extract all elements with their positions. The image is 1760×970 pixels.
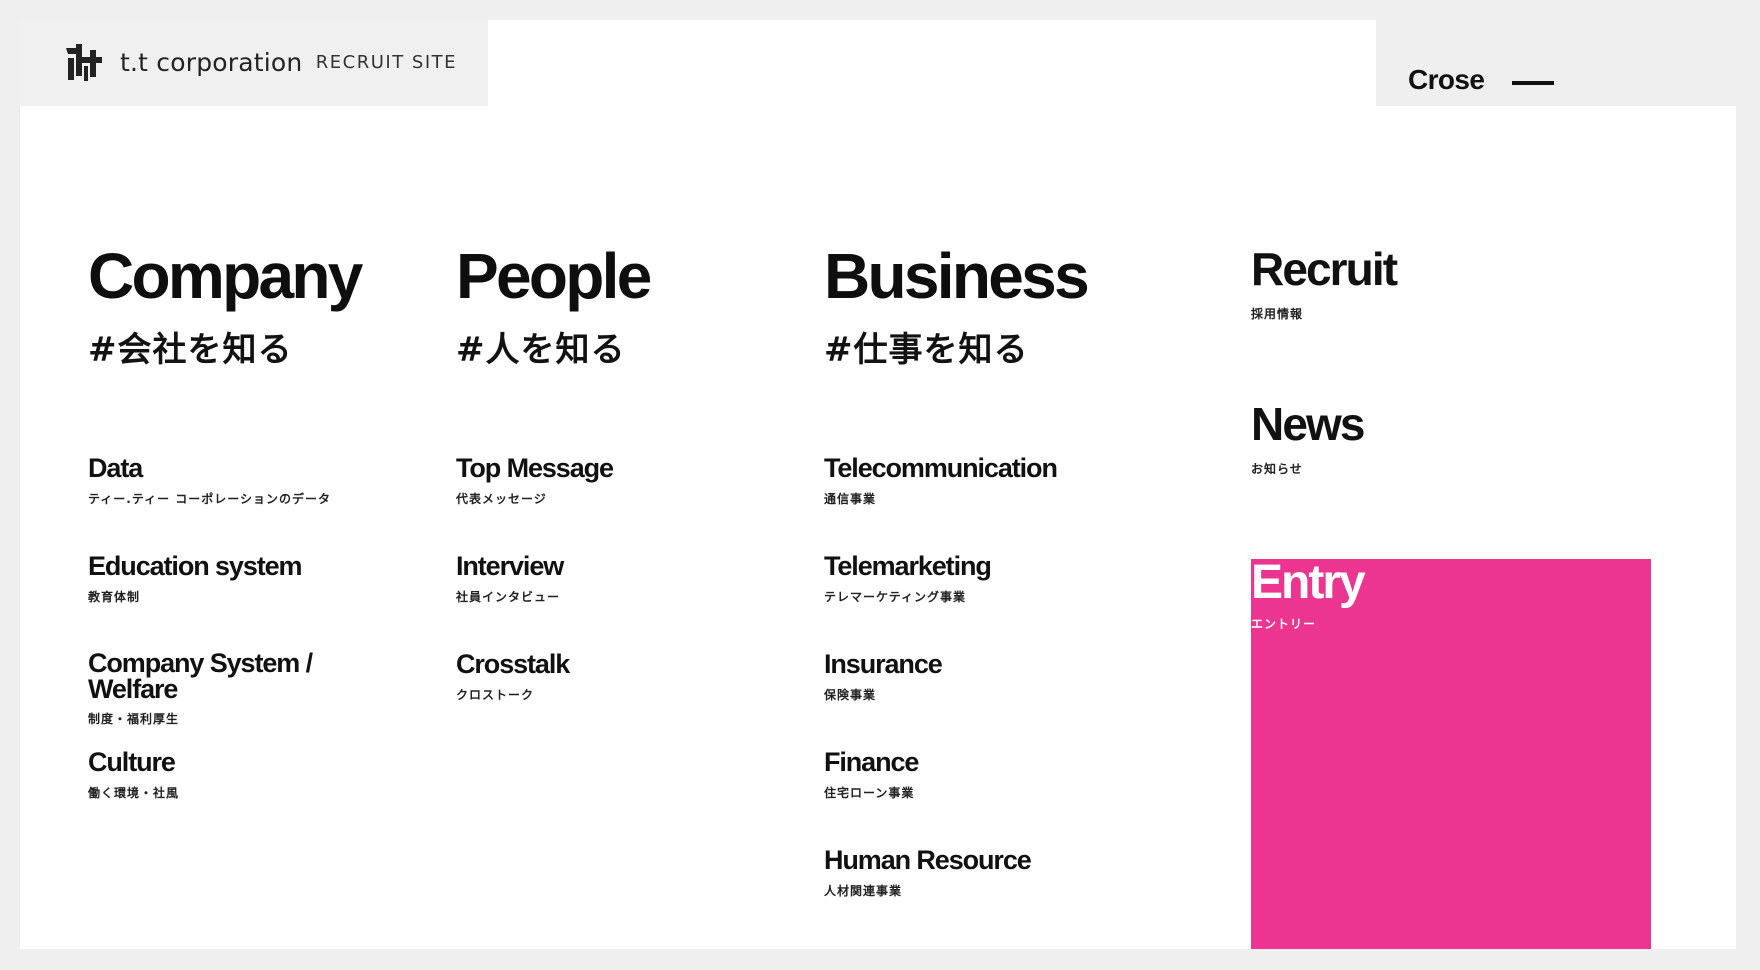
human-resource-subtitle: 人材関連事業: [824, 884, 903, 898]
company-section-subtitle: #会社を知る: [88, 330, 293, 370]
crosstalk-subtitle: クロストーク: [456, 688, 535, 702]
top-message-link[interactable]: Top Message 代表メッセージ: [456, 453, 776, 507]
recruit-link[interactable]: Recruit 採用情報: [1251, 243, 1398, 321]
company-system-welfare-link[interactable]: Company System / Welfare 制度・福利厚生: [88, 648, 338, 727]
close-area: Crose: [1376, 20, 1736, 106]
telemarketing-link[interactable]: Telemarketing テレマーケティング事業: [824, 551, 1184, 605]
close-menu-button[interactable]: Crose: [1408, 64, 1555, 96]
business-section-subtitle: #仕事を知る: [824, 330, 1029, 370]
site-logo-text[interactable]: t.t corporation RECRUIT SITE: [120, 48, 457, 77]
news-link[interactable]: News お知らせ: [1251, 398, 1365, 476]
culture-subtitle: 働く環境・社風: [88, 786, 180, 800]
company-system-welfare-title: Company System / Welfare: [88, 648, 313, 704]
recruit-site-frame: t.t corporation RECRUIT SITE Crose Compa…: [20, 20, 1736, 949]
entry-subtitle: エントリー: [1251, 617, 1317, 631]
global-menu-panel: Company #会社を知る Data ティー.ティー コーポレーションのデータ…: [20, 106, 1736, 949]
company-data-title: Data: [88, 453, 143, 483]
telecommunication-link[interactable]: Telecommunication 通信事業: [824, 453, 1184, 507]
telecommunication-title: Telecommunication: [824, 453, 1058, 483]
recruit-title: Recruit: [1251, 243, 1398, 295]
close-line-icon: [1512, 81, 1555, 85]
telemarketing-subtitle: テレマーケティング事業: [824, 590, 967, 604]
interview-title: Interview: [456, 551, 564, 581]
insurance-title: Insurance: [824, 649, 943, 679]
entry-button[interactable]: Entry エントリー: [1251, 559, 1651, 949]
education-system-link[interactable]: Education system 教育体制: [88, 551, 408, 605]
business-section-title[interactable]: Business: [824, 244, 1090, 308]
education-system-subtitle: 教育体制: [88, 590, 141, 604]
telecommunication-subtitle: 通信事業: [824, 492, 877, 506]
people-section-subtitle: #人を知る: [456, 330, 626, 370]
insurance-link[interactable]: Insurance 保険事業: [824, 649, 1184, 703]
finance-subtitle: 住宅ローン事業: [824, 786, 915, 800]
finance-title: Finance: [824, 747, 919, 777]
tt-corporation-logo-icon: [66, 44, 102, 81]
recruit-subtitle: 採用情報: [1251, 307, 1304, 321]
company-data-subtitle: ティー.ティー コーポレーションのデータ: [88, 492, 332, 506]
finance-link[interactable]: Finance 住宅ローン事業: [824, 747, 1184, 801]
crosstalk-link[interactable]: Crosstalk クロストーク: [456, 649, 776, 703]
company-name: t.t corporation: [120, 48, 303, 77]
company-system-welfare-subtitle: 制度・福利厚生: [88, 712, 180, 727]
education-system-title: Education system: [88, 551, 303, 581]
interview-link[interactable]: Interview 社員インタビュー: [456, 551, 776, 605]
company-data-link[interactable]: Data ティー.ティー コーポレーションのデータ: [88, 453, 408, 507]
human-resource-title: Human Resource: [824, 845, 1032, 875]
people-section-title[interactable]: People: [456, 244, 652, 308]
news-subtitle: お知らせ: [1251, 462, 1303, 476]
culture-title: Culture: [88, 747, 176, 777]
recruit-site-label: RECRUIT SITE: [315, 52, 458, 73]
close-menu-label: Crose: [1408, 64, 1485, 95]
human-resource-link[interactable]: Human Resource 人材関連事業: [824, 845, 1184, 899]
culture-link[interactable]: Culture 働く環境・社風: [88, 747, 408, 801]
telemarketing-title: Telemarketing: [824, 551, 992, 581]
insurance-subtitle: 保険事業: [824, 688, 877, 702]
top-message-title: Top Message: [456, 453, 614, 483]
company-section-title[interactable]: Company: [88, 244, 363, 308]
entry-title: Entry: [1251, 556, 1366, 609]
news-title: News: [1251, 398, 1365, 450]
site-header: t.t corporation RECRUIT SITE: [20, 20, 488, 106]
interview-subtitle: 社員インタビュー: [456, 590, 561, 604]
header-white-space: [488, 20, 1376, 106]
top-message-subtitle: 代表メッセージ: [456, 492, 547, 506]
crosstalk-title: Crosstalk: [456, 649, 570, 679]
